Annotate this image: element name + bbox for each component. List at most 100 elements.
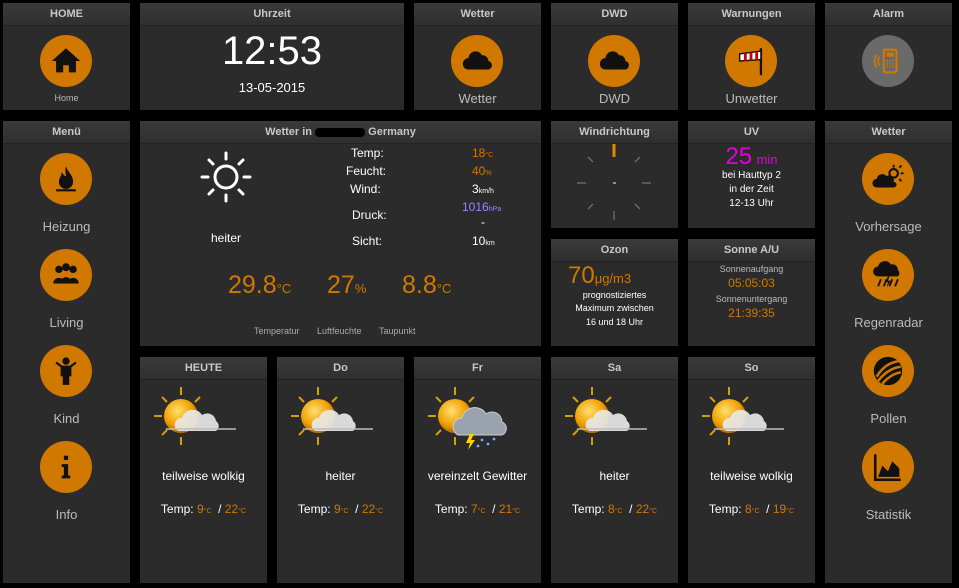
forecast-day: Sa xyxy=(551,357,678,380)
partly-cloudy-icon xyxy=(702,387,784,445)
forecast-card: Sa heiter Temp: 8°C / 22°C xyxy=(551,357,678,583)
big-humidity: 27% xyxy=(327,271,367,299)
temp-max-unit: °C xyxy=(649,508,658,515)
temp-max-unit: °C xyxy=(512,508,521,515)
forecast-day: Fr xyxy=(414,357,541,380)
forecast-condition: teilweise wolkig xyxy=(710,469,793,483)
forecast-condition: heiter xyxy=(599,469,630,483)
caption-taupunkt: Taupunkt xyxy=(379,326,416,336)
flame-icon[interactable] xyxy=(40,153,92,205)
menu-panel: Menü Heizung Living Kind Info xyxy=(3,121,130,583)
forecast-condition: teilweise wolkig xyxy=(162,469,245,483)
forecast-temp: Temp: 7°C / 21°C xyxy=(434,502,521,516)
menu-item-heizung[interactable]: Heizung xyxy=(3,219,130,234)
temp-min-unit: °C xyxy=(477,508,486,515)
temp-value: 18°C xyxy=(472,146,494,160)
big-temperature: 29.8°C xyxy=(228,271,292,299)
wetter-tile[interactable]: Wetter Wetter xyxy=(414,3,541,110)
temp-max: 22 xyxy=(224,502,239,516)
big-dewpoint: 8.8°C xyxy=(402,271,452,299)
forecast-day: HEUTE xyxy=(140,357,267,380)
tile-title: DWD xyxy=(551,3,678,26)
home-icon[interactable] xyxy=(40,35,92,87)
humidity-value: 40% xyxy=(472,164,492,178)
wetter-item-vorhersage[interactable]: Vorhersage xyxy=(825,219,952,234)
forecast-temp: Temp: 8°C / 19°C xyxy=(708,502,795,516)
tile-title: Alarm xyxy=(825,3,952,26)
clock-date: 13-05-2015 xyxy=(238,80,306,95)
wetter-item-pollen[interactable]: Pollen xyxy=(825,411,952,426)
ozon-line3: 16 und 18 Uhr xyxy=(585,317,644,327)
temp-min-unit: °C xyxy=(614,508,623,515)
ozon-line1: prognostiziertes xyxy=(582,290,647,300)
child-icon[interactable] xyxy=(40,345,92,397)
temp-label: Temp: xyxy=(160,502,194,516)
sunrise-label: Sonnenaufgang xyxy=(719,264,784,274)
forecast-day: So xyxy=(688,357,815,380)
title-country: Germany xyxy=(368,126,416,138)
pressure-trend: - xyxy=(481,215,485,229)
dwd-tile[interactable]: DWD DWD xyxy=(551,3,678,110)
cloud-icon[interactable] xyxy=(588,35,640,87)
forecast-card: So teilweise wolkig Temp: 8°C / 19°C xyxy=(688,357,815,583)
windsock-icon[interactable] xyxy=(725,35,777,87)
temp-min-unit: °C xyxy=(203,508,212,515)
tile-title: HOME xyxy=(3,3,130,26)
uv-value: 25 min xyxy=(725,143,778,170)
temp-max: 22 xyxy=(635,502,650,516)
menu-item-info[interactable]: Info xyxy=(3,507,130,522)
thunderstorm-icon xyxy=(428,387,507,450)
temp-min: 7 xyxy=(470,502,478,516)
warnungen-tile[interactable]: Warnungen Unwetter xyxy=(688,3,815,110)
temp-max-unit: °C xyxy=(238,508,247,515)
temp-max: 21 xyxy=(498,502,513,516)
temp-max: 19 xyxy=(772,502,787,516)
forecast-icon[interactable] xyxy=(862,153,914,205)
uv-panel: UV 25 min bei Hauttyp 2 in der Zeit 12-1… xyxy=(688,121,815,228)
ozon-panel: Ozon 70μg/m3 prognostiziertes Maximum zw… xyxy=(551,239,678,346)
tile-title: UV xyxy=(688,121,815,144)
temp-label: Temp: xyxy=(571,502,605,516)
cloud-icon[interactable] xyxy=(451,35,503,87)
wetter-item-statistik[interactable]: Statistik xyxy=(825,507,952,522)
tile-title: Sonne A/U xyxy=(688,239,815,262)
sunset-label: Sonnenuntergang xyxy=(715,294,788,304)
tile-title: Wetter xyxy=(825,121,952,144)
caption-temperatur: Temperatur xyxy=(254,326,300,336)
sunset-value: 21:39:35 xyxy=(728,306,775,320)
home-tile[interactable]: HOME Home xyxy=(3,3,130,110)
menu-item-kind[interactable]: Kind xyxy=(3,411,130,426)
temp-min: 8 xyxy=(607,502,615,516)
temp-max-unit: °C xyxy=(375,508,384,515)
pressure-label: Druck: xyxy=(352,208,387,222)
forecast-temp: Temp: 9°C / 22°C xyxy=(160,502,247,516)
tile-title: Ozon xyxy=(551,239,678,262)
wind-direction-panel: Windrichtung - xyxy=(551,121,678,228)
rain-radar-icon[interactable] xyxy=(862,249,914,301)
info-icon[interactable] xyxy=(40,441,92,493)
people-icon[interactable] xyxy=(40,249,92,301)
forecast-condition: heiter xyxy=(325,469,356,483)
temp-min: 8 xyxy=(744,502,752,516)
temp-max: 22 xyxy=(361,502,376,516)
uv-line3: 12-13 Uhr xyxy=(729,198,774,209)
uv-line1: bei Hauttyp 2 xyxy=(722,170,781,181)
uv-line2: in der Zeit xyxy=(729,184,774,195)
chart-icon[interactable] xyxy=(862,441,914,493)
temp-min: 9 xyxy=(333,502,341,516)
temp-min-unit: °C xyxy=(751,508,760,515)
tile-title: Wetter xyxy=(414,3,541,26)
alarm-panel-icon[interactable] xyxy=(862,35,914,87)
visibility-value: 10km xyxy=(472,234,495,248)
caption-luftfeuchte: Luftfeuchte xyxy=(317,326,362,336)
pollen-icon[interactable] xyxy=(862,345,914,397)
menu-item-living[interactable]: Living xyxy=(3,315,130,330)
wetter-item-regenradar[interactable]: Regenradar xyxy=(825,315,952,330)
sunrise-value: 05:05:03 xyxy=(728,276,775,290)
temp-label: Temp: xyxy=(351,146,384,160)
forecast-card: HEUTE teilweise wolkig Temp: 9°C / 22°C xyxy=(140,357,267,583)
alarm-tile[interactable]: Alarm xyxy=(825,3,952,110)
temp-max-unit: °C xyxy=(786,508,795,515)
sun-panel: Sonne A/U Sonnenaufgang 05:05:03 Sonnenu… xyxy=(688,239,815,346)
redacted-location xyxy=(315,127,366,137)
